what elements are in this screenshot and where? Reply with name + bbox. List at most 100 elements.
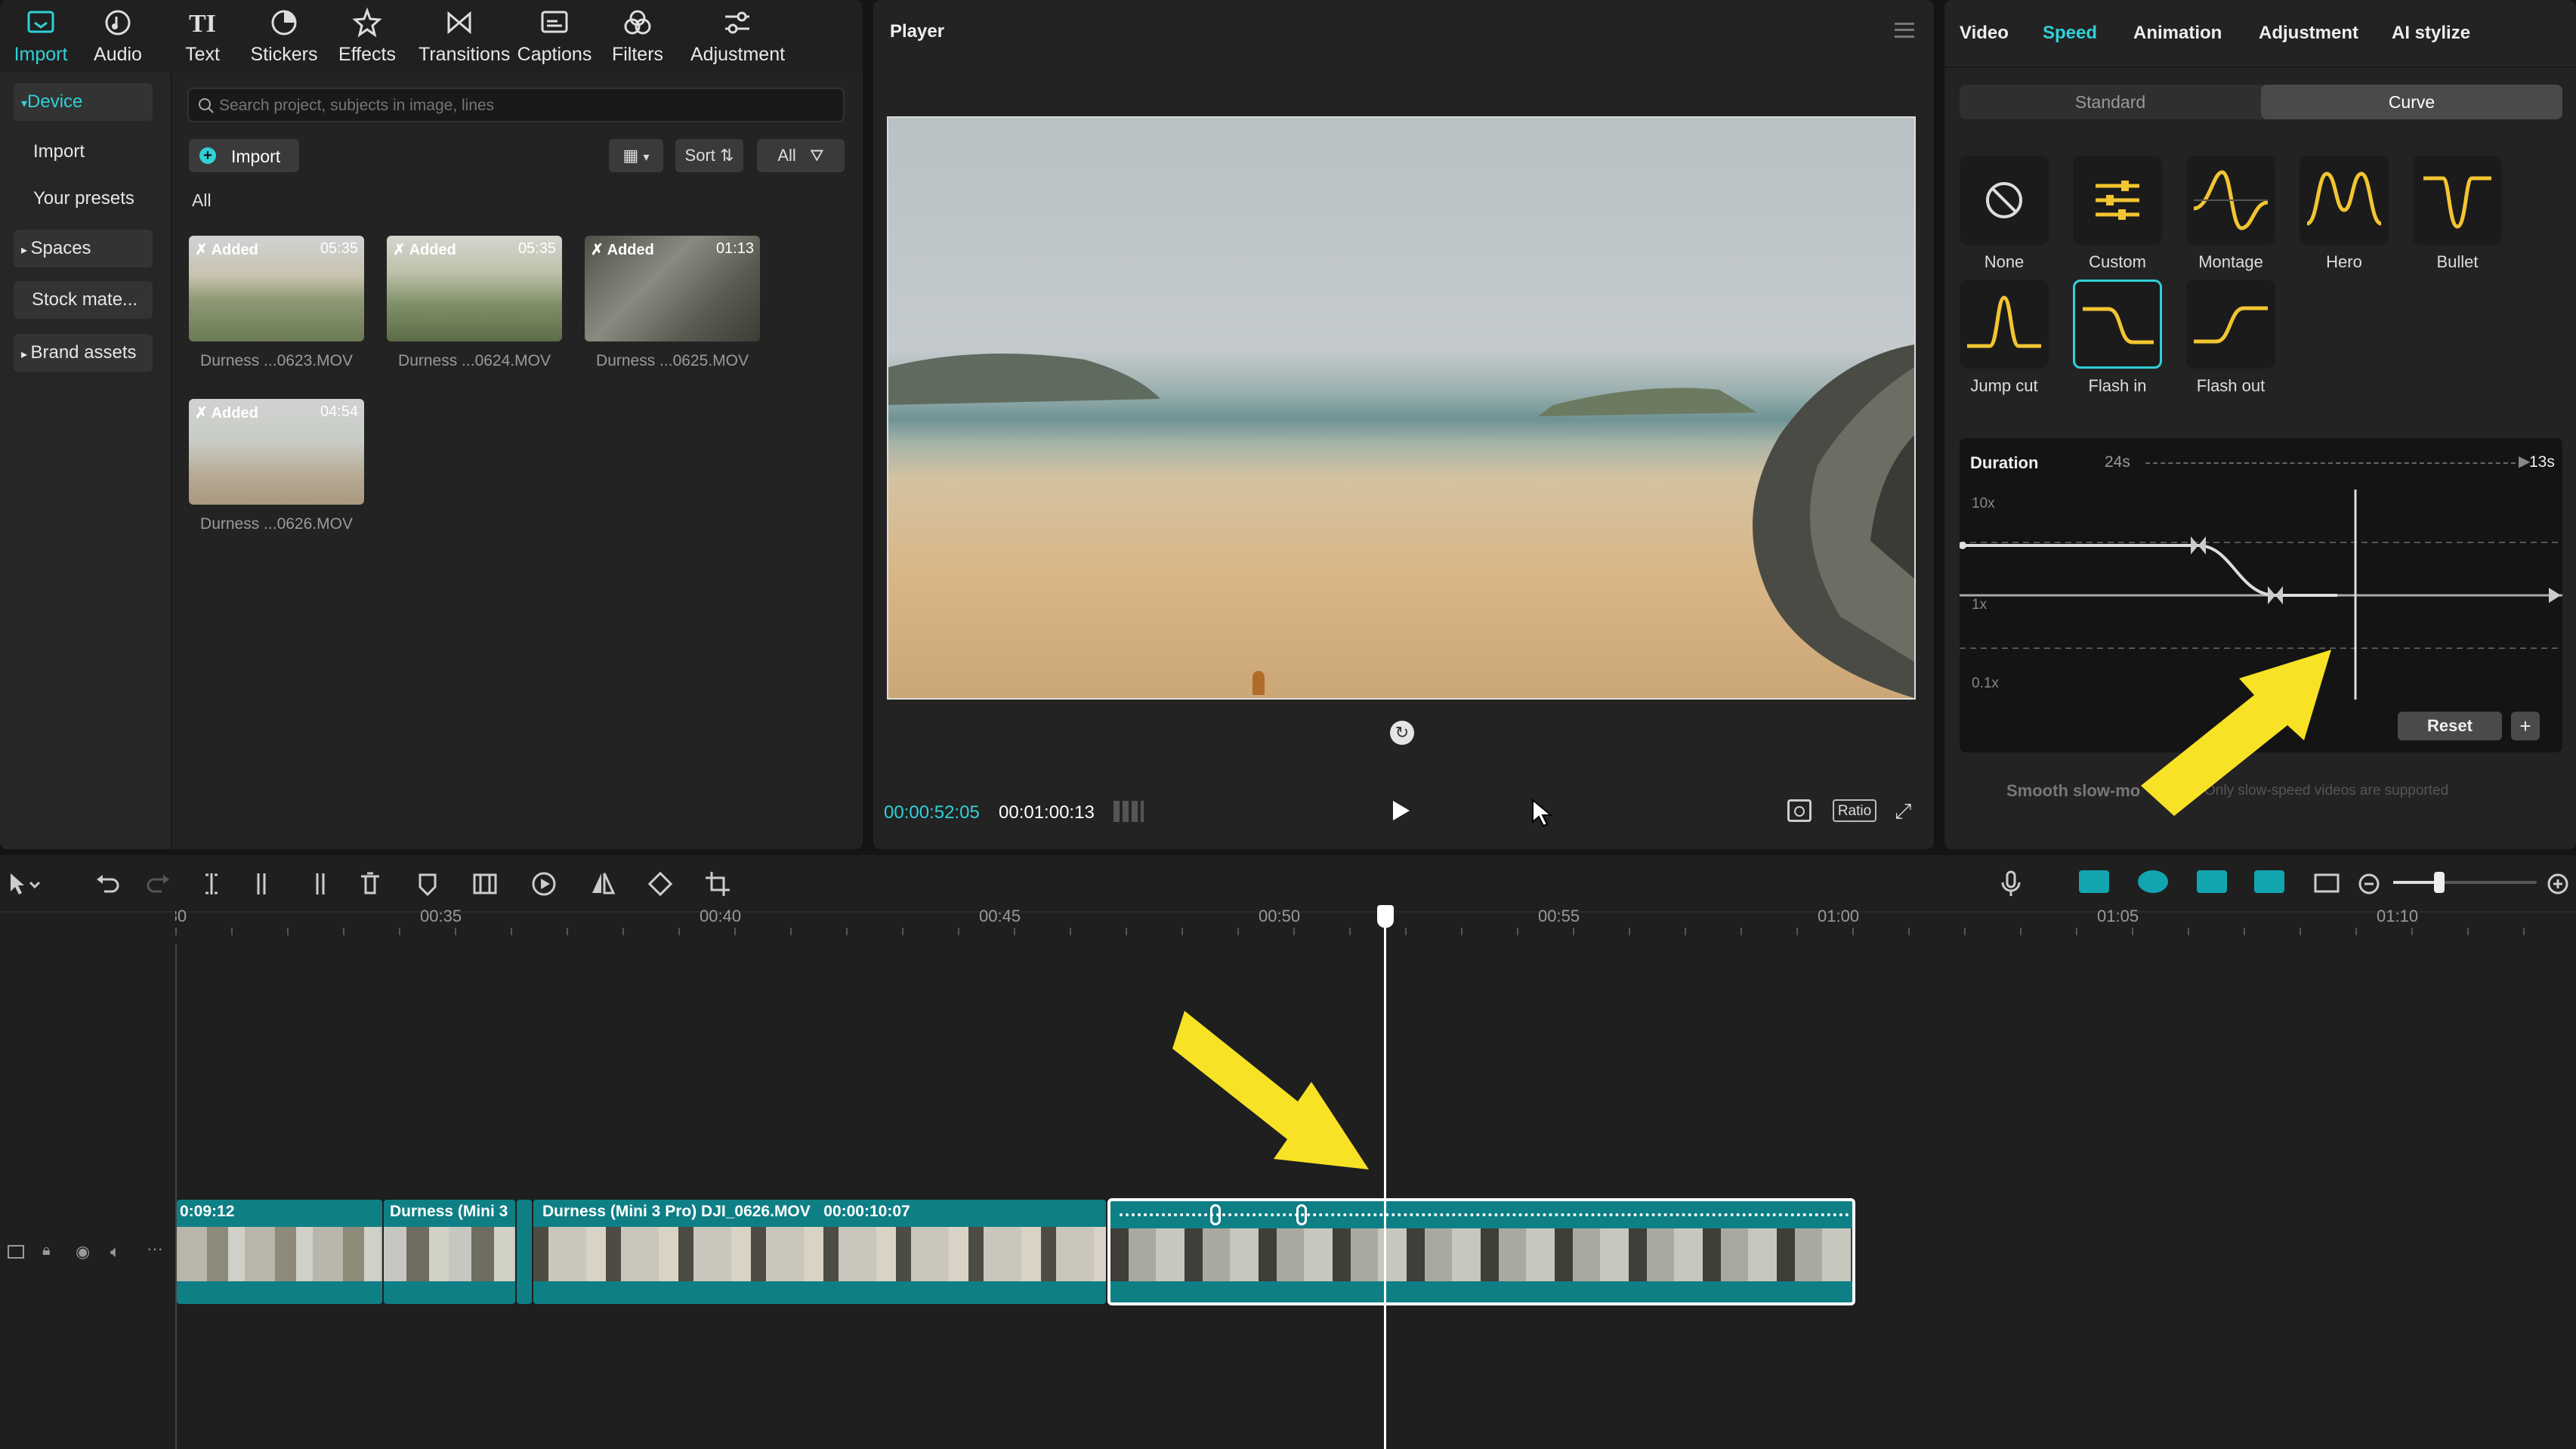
beach-scene xyxy=(888,344,1914,698)
select-tool-icon[interactable] xyxy=(8,870,42,898)
import-button[interactable]: + Import xyxy=(189,139,299,172)
curve-preset-flash-out[interactable] xyxy=(2186,280,2275,369)
tab-speed[interactable]: Speed xyxy=(2043,23,2097,44)
sidebar-item-spaces[interactable]: ▸ Spaces xyxy=(14,230,153,267)
chevron-down-icon: ▾ xyxy=(643,151,650,164)
clip-label: Durness (Mini 3 Pro) DJI_0626.MOV 00:00:… xyxy=(542,1203,910,1220)
freeze-frame-icon[interactable] xyxy=(471,870,499,898)
tab-video[interactable]: Video xyxy=(1960,23,2009,44)
add-keyframe-button[interactable]: + xyxy=(2511,712,2540,740)
track-audio-icon[interactable]: 🔈︎ xyxy=(110,1242,120,1262)
selected-timeline-clip[interactable] xyxy=(1107,1198,1855,1305)
undo-icon[interactable] xyxy=(94,870,121,898)
link-clips-icon[interactable] xyxy=(2138,870,2168,893)
curve-preset-jump-cut[interactable] xyxy=(1960,280,2049,369)
video-preview[interactable] xyxy=(887,116,1916,700)
search-input[interactable] xyxy=(218,94,825,118)
marker-icon[interactable] xyxy=(414,870,441,898)
split-left-icon[interactable] xyxy=(251,870,278,898)
sidebar-item-import[interactable]: Import xyxy=(14,133,153,171)
sidebar-item-your-presets[interactable]: Your presets xyxy=(14,180,153,218)
media-clip-thumbnail[interactable]: ✗ Added 01:13 xyxy=(585,236,760,341)
speed-icon[interactable] xyxy=(530,870,558,898)
split-icon[interactable] xyxy=(198,870,225,898)
sidebar-item-stock-material[interactable]: Stock mate... xyxy=(14,281,153,319)
fullscreen-icon[interactable]: ⤢ xyxy=(1895,801,1911,822)
speed-keyframe-handle[interactable] xyxy=(1296,1204,1307,1225)
media-clip-thumbnail[interactable]: ✗ Added 04:54 xyxy=(189,399,364,505)
curve-preset-bullet[interactable] xyxy=(2413,156,2502,245)
curve-preset-flash-in[interactable] xyxy=(2073,280,2162,369)
tool-adjustment[interactable]: Adjustment xyxy=(690,6,785,66)
preview-axis-icon[interactable] xyxy=(2197,870,2227,893)
tool-effects[interactable]: Effects xyxy=(326,6,408,66)
speed-keyframe-handle[interactable] xyxy=(1210,1204,1221,1225)
clip-filmstrip xyxy=(533,1227,1106,1281)
timecode-grid-icon[interactable] xyxy=(1113,801,1144,822)
tool-effects-label: Effects xyxy=(338,44,396,65)
zoom-slider-thumb[interactable] xyxy=(2434,872,2445,893)
media-clip-thumbnail[interactable]: ✗ Added 05:35 xyxy=(189,236,364,341)
tool-import[interactable]: Import xyxy=(0,6,82,66)
tool-filters[interactable]: Filters xyxy=(597,6,678,66)
ban-icon xyxy=(1986,182,2022,218)
mirror-icon[interactable] xyxy=(589,870,616,898)
redo-icon[interactable] xyxy=(145,870,172,898)
snap-icon[interactable] xyxy=(2254,870,2284,893)
import-button-label: Import xyxy=(231,147,281,166)
screenshot-icon[interactable] xyxy=(1787,799,1812,822)
zoom-slider[interactable] xyxy=(2393,872,2537,893)
tab-adjustment[interactable]: Adjustment xyxy=(2259,23,2358,44)
hamburger-menu-icon[interactable] xyxy=(1895,23,1914,38)
sidebar-item-brand-assets[interactable]: ▸ Brand assets xyxy=(14,334,153,372)
tool-audio[interactable]: Audio xyxy=(77,6,159,66)
zoom-in-icon[interactable] xyxy=(2546,870,2570,898)
person-figure xyxy=(1252,671,1265,695)
tool-captions[interactable]: Captions xyxy=(514,6,595,66)
sort-button[interactable]: Sort ⇅ xyxy=(675,139,743,172)
curve-preset-montage[interactable] xyxy=(2186,156,2275,245)
track-visibility-icon[interactable]: ◉ xyxy=(76,1242,90,1262)
delete-icon[interactable] xyxy=(357,870,384,898)
curve-preset-custom[interactable] xyxy=(2073,156,2162,245)
timeline-clip[interactable]: Durness (Mini 3 xyxy=(384,1200,515,1304)
playhead[interactable] xyxy=(1377,905,1394,1449)
zoom-out-icon[interactable] xyxy=(2357,870,2381,898)
tool-text[interactable]: TI Text xyxy=(162,6,243,66)
main-track-magnet-icon[interactable] xyxy=(2079,870,2109,893)
play-button[interactable] xyxy=(1393,801,1410,820)
tab-animation[interactable]: Animation xyxy=(2133,23,2222,44)
rotate-handle-icon[interactable]: ↻ xyxy=(1390,721,1414,745)
sidebar-item-device[interactable]: ▾Device xyxy=(14,83,153,121)
mode-curve[interactable]: Curve xyxy=(2261,85,2562,119)
track-more-icon[interactable]: ··· xyxy=(147,1239,163,1259)
timeline-clip[interactable]: 0:09:12 xyxy=(177,1200,382,1304)
playhead-handle[interactable] xyxy=(1377,905,1394,928)
tab-ai-stylize[interactable]: AI stylize xyxy=(2392,23,2470,44)
curve-preset-none[interactable] xyxy=(1960,156,2049,245)
track-lock-icon[interactable]: 🔒︎ xyxy=(42,1242,51,1259)
curve-preset-hero[interactable] xyxy=(2300,156,2389,245)
mode-standard[interactable]: Standard xyxy=(1960,85,2261,119)
timeline-clip[interactable]: Durness (Mini 3 Pro) DJI_0626.MOV 00:00:… xyxy=(533,1200,1106,1304)
microphone-icon[interactable] xyxy=(1997,870,2025,898)
search-field[interactable] xyxy=(187,88,845,122)
tool-stickers[interactable]: Stickers xyxy=(243,6,325,66)
timeline-clip[interactable] xyxy=(517,1200,532,1304)
media-clip-name: Durness ...0623.MOV xyxy=(200,352,353,369)
ratio-button[interactable]: Ratio xyxy=(1833,799,1876,822)
player-panel: Player ↻ 00:00:52:05 00:01:00:13 Ratio ⤢ xyxy=(873,0,1934,849)
timeline-preview-icon[interactable] xyxy=(2313,870,2340,898)
tool-transitions[interactable]: Transitions xyxy=(419,6,510,66)
reset-button[interactable]: Reset xyxy=(2398,712,2502,740)
sidebar-item-brand-label: Brand assets xyxy=(30,342,137,363)
ruler-tick-label: 00:55 xyxy=(1538,907,1580,925)
crop-icon[interactable] xyxy=(704,870,731,898)
filter-all-button[interactable]: All ⛛ xyxy=(757,139,845,172)
view-mode-button[interactable]: ▦ ▾ xyxy=(609,139,663,172)
sort-icon: ⇅ xyxy=(720,146,734,165)
media-clip-thumbnail[interactable]: ✗ Added 05:35 xyxy=(387,236,562,341)
split-right-icon[interactable] xyxy=(304,870,331,898)
rotate-icon[interactable] xyxy=(647,870,674,898)
track-cover-icon[interactable] xyxy=(8,1245,24,1259)
